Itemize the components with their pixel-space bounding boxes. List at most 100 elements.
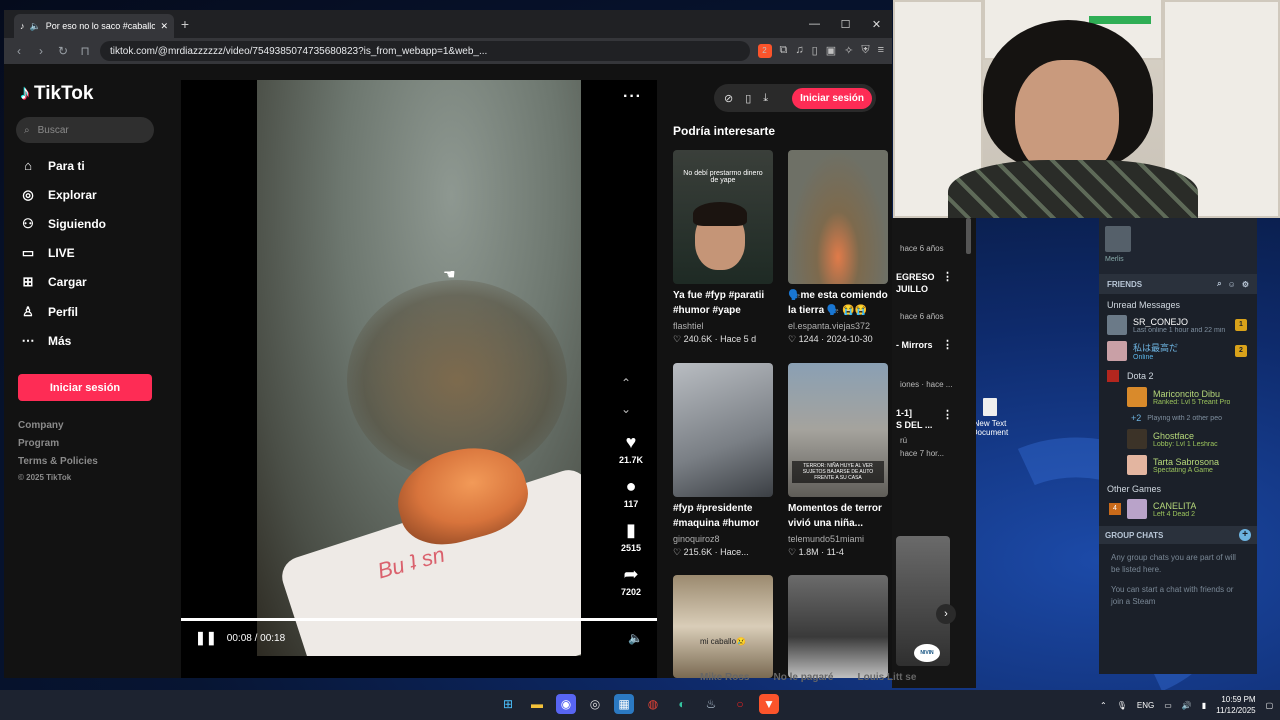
avatar[interactable] bbox=[1105, 226, 1131, 252]
close-window-icon[interactable]: ✕ bbox=[861, 18, 892, 31]
download-icon[interactable]: ⤓ bbox=[763, 92, 768, 105]
volume-icon[interactable]: 🔈 bbox=[628, 631, 643, 645]
rec-card[interactable]: #fyp #presidente #maquina #humor ginoqui… bbox=[673, 363, 773, 558]
friend-row[interactable]: Ghostface Lobby: Lvl 1 Leshrac bbox=[1099, 426, 1257, 452]
wallet-icon[interactable]: ▣ bbox=[826, 44, 836, 58]
friend-row[interactable]: Tarta Sabrosona Spectating A Game bbox=[1099, 452, 1257, 478]
like-button[interactable]: ♥ 21.7K bbox=[613, 432, 649, 465]
maximize-icon[interactable]: ☐ bbox=[830, 18, 861, 31]
add-friend-icon[interactable]: ☺ bbox=[1228, 280, 1236, 289]
comment-button[interactable]: ● 117 bbox=[613, 476, 649, 509]
rec-author[interactable]: telemundo51miami bbox=[788, 534, 888, 544]
search-icon[interactable]: ⌕ bbox=[1217, 279, 1221, 289]
bookmark-icon[interactable]: ⊓ bbox=[78, 44, 92, 58]
coins-icon[interactable]: ⊘ bbox=[724, 92, 733, 105]
nav-explorar[interactable]: ◎ Explorar bbox=[20, 187, 96, 203]
brave-icon[interactable]: ▼ bbox=[759, 694, 779, 714]
chrome-icon[interactable]: ◍ bbox=[643, 694, 663, 714]
video-frame[interactable]: Bu ʇ sn bbox=[257, 80, 581, 656]
rec-thumbnail[interactable]: No debí prestarmo dinero de yape bbox=[673, 150, 773, 284]
menu-icon[interactable]: ≡ bbox=[878, 44, 884, 58]
vpn-icon[interactable]: ⛨ bbox=[861, 44, 869, 58]
network-icon[interactable]: ▭ bbox=[1164, 701, 1172, 710]
ai-icon[interactable]: ✧ bbox=[844, 44, 853, 58]
phone-icon[interactable]: ▯ bbox=[745, 92, 751, 105]
rec-caption[interactable]: Ya fue #fyp #paratii #humor #yape bbox=[673, 288, 773, 318]
sidebar-icon[interactable]: ▯ bbox=[812, 44, 818, 58]
music-icon[interactable]: ♫ bbox=[795, 44, 803, 58]
speaker-icon[interactable]: 🔈 bbox=[30, 21, 41, 32]
rec-thumbnail[interactable]: mi caballo😢 bbox=[673, 575, 773, 678]
rec-author[interactable]: flashtiel bbox=[673, 321, 773, 331]
nav-perfil[interactable]: ♙ Perfil bbox=[20, 304, 78, 320]
rec-author[interactable]: el.espanta.viejas372 bbox=[788, 321, 888, 331]
opera-icon[interactable]: ○ bbox=[730, 694, 750, 714]
friend-row[interactable]: SR_CONEJO Last online 1 hour and 22 min 1 bbox=[1099, 312, 1257, 338]
search-input[interactable]: ⌕ Buscar bbox=[16, 117, 154, 143]
rec-card[interactable]: mi caballo😢 bbox=[673, 575, 773, 678]
rec-card[interactable] bbox=[788, 575, 888, 678]
rec-caption[interactable]: Momentos de terror vivió una niña... bbox=[788, 501, 888, 531]
obs-icon[interactable]: ◎ bbox=[585, 694, 605, 714]
language-indicator[interactable]: ENG bbox=[1137, 701, 1154, 710]
friend-row[interactable]: Mariconcito Dibu Ranked: Lvl 5 Treant Pro bbox=[1099, 384, 1257, 410]
url-field[interactable]: tiktok.com/@mrdiazzzzzz/video/7549385074… bbox=[100, 41, 750, 61]
chevron-up-icon[interactable]: ⌃ bbox=[1100, 701, 1107, 710]
friend-row[interactable]: 私は最高だ Online 2 bbox=[1099, 338, 1257, 364]
footer-program-link[interactable]: Program bbox=[18, 438, 59, 449]
save-button[interactable]: ▮ 2515 bbox=[613, 520, 649, 553]
edge-icon[interactable]: ◐ bbox=[672, 694, 692, 714]
forward-icon[interactable]: › bbox=[34, 44, 48, 58]
tab-active[interactable]: ♪ 🔈 Por eso no lo saco #caballo ✕ bbox=[14, 14, 174, 38]
strip-more-icon[interactable]: ⋮ bbox=[942, 338, 953, 351]
chevron-right-icon[interactable]: › bbox=[936, 604, 956, 624]
sidebar-login-button[interactable]: Iniciar sesión bbox=[18, 374, 152, 401]
file-explorer-icon[interactable]: ▬ bbox=[527, 694, 547, 714]
new-tab-button[interactable]: + bbox=[174, 16, 196, 32]
rec-thumbnail[interactable] bbox=[673, 363, 773, 497]
add-group-icon[interactable]: + bbox=[1239, 529, 1251, 541]
rec-thumbnail[interactable]: TERROR: NIÑA HUYE AL VER SUJETOS BAJARSE… bbox=[788, 363, 888, 497]
header-login-button[interactable]: Iniciar sesión bbox=[792, 87, 872, 109]
pause-icon[interactable]: ❚❚ bbox=[195, 630, 217, 646]
clock[interactable]: 10:59 PM 11/12/2025 bbox=[1216, 694, 1255, 716]
nav-live[interactable]: ▭ LIVE bbox=[20, 245, 75, 261]
brave-shields-icon[interactable]: 2 bbox=[757, 44, 772, 58]
rec-thumbnail[interactable] bbox=[788, 150, 888, 284]
footer-company-link[interactable]: Company bbox=[18, 420, 64, 431]
reload-icon[interactable]: ↻ bbox=[56, 44, 70, 58]
tab-close-icon[interactable]: ✕ bbox=[160, 21, 168, 32]
strip-more-icon[interactable]: ⋮ bbox=[942, 270, 953, 283]
rec-card[interactable]: TERROR: NIÑA HUYE AL VER SUJETOS BAJARSE… bbox=[788, 363, 888, 558]
discord-icon[interactable]: ◉ bbox=[556, 694, 576, 714]
rec-thumbnail[interactable] bbox=[788, 575, 888, 678]
rec-caption[interactable]: #fyp #presidente #maquina #humor bbox=[673, 501, 773, 531]
battery-icon[interactable]: ▮ bbox=[1202, 701, 1206, 710]
nav-mas[interactable]: ⋯ Más bbox=[20, 333, 72, 349]
chip[interactable]: Louis Litt se bbox=[858, 672, 917, 683]
steam-icon[interactable]: ♨ bbox=[701, 694, 721, 714]
puzzle-icon[interactable]: ⧉ bbox=[780, 44, 788, 58]
microphone-icon[interactable]: 🎙 bbox=[1117, 701, 1127, 710]
settings-icon[interactable]: ⚙ bbox=[1242, 280, 1249, 289]
rec-author[interactable]: ginoquiroz8 bbox=[673, 534, 773, 544]
notification-icon[interactable]: ▢ bbox=[1266, 701, 1274, 710]
chip[interactable]: Mike Ross bbox=[700, 672, 749, 683]
footer-terms-link[interactable]: Terms & Policies bbox=[18, 456, 98, 467]
progress-bar[interactable] bbox=[181, 618, 657, 621]
nav-para-ti[interactable]: ⌂ Para ti bbox=[20, 158, 85, 173]
chip[interactable]: No le pagaré bbox=[773, 672, 833, 683]
minimize-icon[interactable]: — bbox=[799, 18, 830, 31]
volume-icon[interactable]: 🔊 bbox=[1182, 701, 1192, 710]
strip-more-icon[interactable]: ⋮ bbox=[942, 408, 953, 421]
strip-thumbnail[interactable]: NIVIN bbox=[896, 536, 950, 666]
tiktok-logo[interactable]: ♪ TikTok bbox=[20, 82, 93, 105]
rec-caption[interactable]: 🗣️me esta comiendo la tierra 🗣️ 😭😭 bbox=[788, 288, 888, 318]
share-button[interactable]: ➦ 7202 bbox=[613, 564, 649, 597]
video-player[interactable]: Bu ʇ sn ☚ ··· ⌃ ⌄ ♥ 21.7K ● 117 ▮ 2515 ➦ 720… bbox=[181, 80, 657, 678]
back-icon[interactable]: ‹ bbox=[12, 44, 26, 58]
photos-icon[interactable]: ▦ bbox=[614, 694, 634, 714]
previous-video-icon[interactable]: ⌃ bbox=[621, 376, 631, 390]
scrollbar[interactable] bbox=[966, 218, 971, 254]
more-options-icon[interactable]: ··· bbox=[623, 88, 642, 106]
